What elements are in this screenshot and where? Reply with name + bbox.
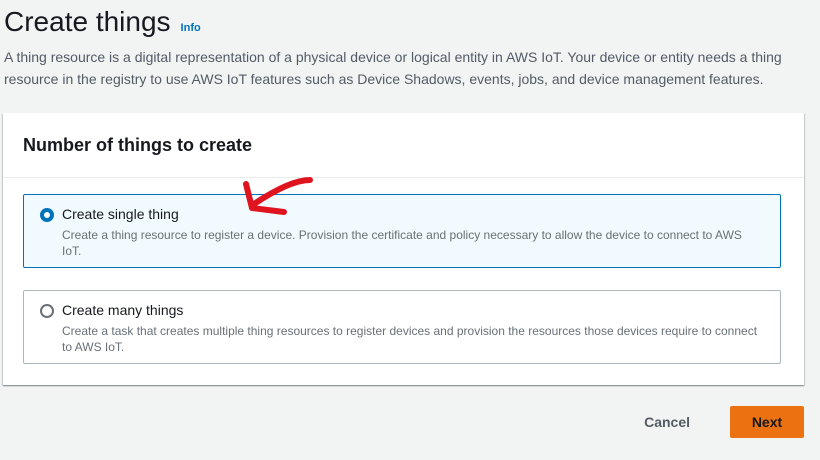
annotation-arrow-icon (243, 177, 313, 215)
page-header: Create things Info (4, 2, 201, 42)
next-button[interactable]: Next (730, 406, 804, 438)
page-title: Create things (4, 6, 171, 37)
radio-many-things[interactable] (40, 304, 54, 318)
panel-header: Number of things to create (3, 113, 804, 178)
panel-title: Number of things to create (23, 134, 253, 155)
option-description-many: Create a task that creates multiple thin… (62, 324, 758, 354)
title-row: Create things Info (4, 2, 201, 42)
cancel-button[interactable]: Cancel (626, 406, 708, 438)
radio-single-thing[interactable] (40, 208, 54, 222)
number-of-things-panel: Number of things to create Create single… (3, 113, 804, 385)
create-things-page: Create things Info A thing resource is a… (0, 0, 820, 460)
info-link[interactable]: Info (181, 22, 201, 34)
option-label-single: Create single thing (62, 206, 179, 222)
option-create-many-things[interactable]: Create many things Create a task that cr… (23, 290, 781, 364)
option-create-single-thing[interactable]: Create single thing Create a thing resou… (23, 194, 781, 268)
option-description-single: Create a thing resource to register a de… (62, 228, 742, 258)
option-label-many: Create many things (62, 302, 184, 318)
footer-buttons: Cancel Next (626, 406, 804, 438)
page-description: A thing resource is a digital representa… (4, 49, 782, 87)
